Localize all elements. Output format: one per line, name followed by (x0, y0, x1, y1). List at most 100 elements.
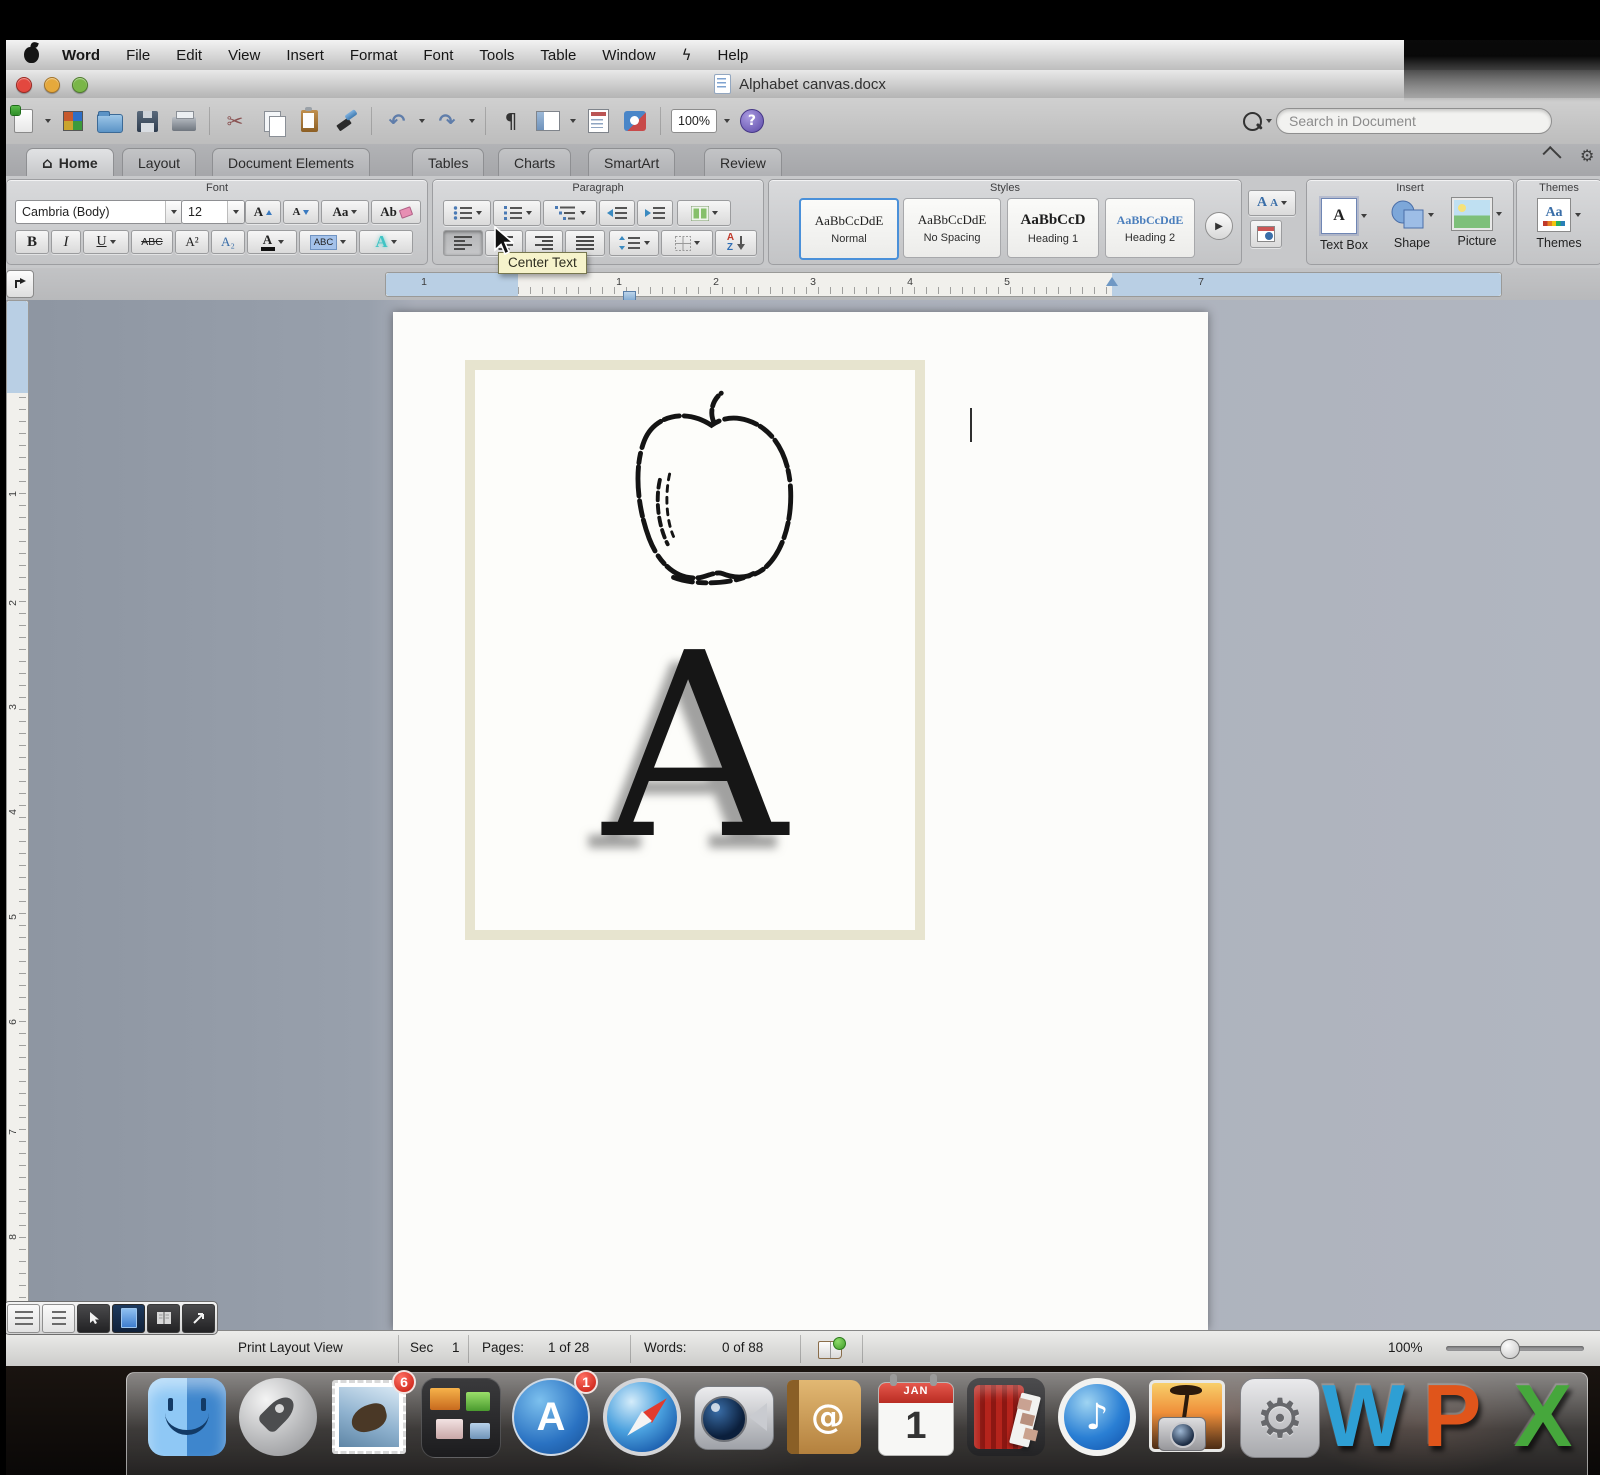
numbering-button[interactable] (493, 200, 541, 226)
font-name-combo[interactable]: Cambria (Body) (15, 200, 183, 224)
dock-iphoto-icon[interactable] (1149, 1378, 1227, 1456)
italic-button[interactable]: I (51, 230, 81, 254)
zoom-dropdown[interactable] (723, 119, 730, 123)
styles-overflow-arrow-icon[interactable]: ▶ (1205, 212, 1233, 240)
dock-address-book-icon[interactable]: @ (785, 1378, 863, 1456)
tab-review[interactable]: Review (704, 148, 782, 176)
new-document-button[interactable] (8, 106, 38, 136)
borders-button[interactable] (661, 230, 713, 256)
help-button[interactable]: ? (737, 106, 767, 136)
zoom-combo[interactable]: 100% (671, 109, 717, 133)
right-indent-marker[interactable] (1106, 277, 1118, 286)
insert-text-box-button[interactable]: A Text Box (1313, 198, 1375, 252)
menu-edit[interactable]: Edit (163, 47, 215, 64)
draft-view-button[interactable] (7, 1303, 40, 1333)
save-button[interactable] (132, 106, 162, 136)
pages-value[interactable]: 1 of 28 (548, 1340, 589, 1355)
text-effects-button[interactable]: A (359, 230, 413, 254)
search-icon[interactable] (1243, 111, 1262, 131)
open-button[interactable] (95, 106, 125, 136)
insert-shape-button[interactable]: Shape (1383, 198, 1441, 250)
new-document-dropdown[interactable] (45, 119, 51, 123)
menu-tools[interactable]: Tools (466, 47, 527, 64)
pages-label[interactable]: Pages: (482, 1340, 524, 1355)
menu-table[interactable]: Table (527, 47, 589, 64)
dock-safari-icon[interactable] (603, 1378, 681, 1456)
style-no-spacing[interactable]: AaBbCcDdE No Spacing (903, 198, 1001, 258)
highlight-button[interactable]: ABC (299, 230, 357, 254)
style-heading-2[interactable]: AaBbCcDdE Heading 2 (1105, 198, 1195, 258)
zoom-slider[interactable] (1446, 1339, 1584, 1359)
change-case-button[interactable]: Aa (321, 200, 369, 224)
search-input[interactable] (1276, 108, 1552, 134)
publishing-layout-view-button[interactable] (77, 1303, 110, 1333)
themes-button[interactable]: Aa Themes (1527, 198, 1591, 250)
paste-icon[interactable] (294, 106, 324, 136)
bold-button[interactable]: B (15, 230, 49, 254)
notebook-layout-view-button[interactable] (147, 1303, 180, 1333)
tab-smartart[interactable]: SmartArt (588, 148, 676, 176)
menu-insert[interactable]: Insert (273, 47, 337, 64)
sidebar-dropdown[interactable] (570, 119, 576, 123)
undo-icon[interactable]: ↶ (382, 106, 412, 136)
dock-system-preferences-icon[interactable]: ⚙ (1240, 1378, 1320, 1458)
tab-tables[interactable]: Tables (412, 148, 485, 176)
menu-file[interactable]: File (113, 47, 163, 64)
copy-icon[interactable] (257, 106, 287, 137)
print-layout-view-button[interactable] (112, 1303, 145, 1333)
text-styles-button[interactable]: AA (1248, 190, 1296, 216)
dock-app-store-icon[interactable]: A 1 (512, 1370, 598, 1456)
focus-view-button[interactable] (182, 1303, 215, 1333)
grow-font-button[interactable]: A (245, 200, 281, 224)
format-painter-icon[interactable] (331, 106, 361, 136)
dock-mail-icon[interactable]: 6 (330, 1370, 416, 1456)
words-label[interactable]: Words: (644, 1340, 687, 1355)
dock-mission-control-icon[interactable] (421, 1378, 501, 1458)
print-button[interactable] (169, 106, 199, 136)
toolbox-button[interactable] (583, 106, 613, 136)
menu-format[interactable]: Format (337, 47, 411, 64)
increase-indent-button[interactable] (637, 200, 673, 226)
dock-photo-booth-icon[interactable] (967, 1378, 1045, 1456)
tab-layout[interactable]: Layout (122, 148, 197, 176)
show-formatting-marks-icon[interactable]: ¶ (496, 106, 526, 136)
insert-picture-button[interactable]: Picture (1447, 198, 1507, 248)
tab-home[interactable]: ⌂ Home (26, 148, 114, 176)
styles-pane-button[interactable] (1250, 220, 1282, 248)
dock-facetime-icon[interactable] (694, 1378, 774, 1456)
search-scope-dropdown[interactable] (1266, 119, 1272, 123)
tab-stop-selector-button[interactable] (6, 270, 34, 298)
media-browser-button[interactable] (620, 106, 650, 136)
dock-finder-icon[interactable] (148, 1378, 226, 1456)
outline-view-button[interactable] (42, 1303, 75, 1333)
dock-itunes-icon[interactable]: ♪ (1058, 1378, 1136, 1456)
menu-word[interactable]: Word (49, 47, 113, 64)
undo-dropdown[interactable] (419, 119, 425, 123)
shrink-font-button[interactable]: A (283, 200, 319, 224)
multilevel-list-button[interactable] (543, 200, 597, 226)
collapse-ribbon-chevron-icon[interactable] (1542, 145, 1562, 166)
script-menu-icon[interactable]: ϟ (669, 46, 705, 64)
redo-dropdown[interactable] (469, 119, 475, 123)
underline-button[interactable]: U (83, 230, 129, 254)
strikethrough-button[interactable]: ABC (131, 230, 173, 254)
spelling-grammar-icon[interactable] (818, 1337, 846, 1359)
bullets-button[interactable] (443, 200, 491, 226)
dock-powerpoint-icon[interactable]: P (1413, 1372, 1491, 1460)
zoom-slider-knob[interactable] (1500, 1339, 1520, 1359)
dock-word-icon[interactable]: W (1322, 1372, 1405, 1460)
ribbon-settings-gear-icon[interactable]: ⚙ (1580, 146, 1594, 165)
dock-launchpad-icon[interactable] (239, 1378, 317, 1456)
subscript-button[interactable]: A₂ (211, 230, 245, 254)
tab-document-elements[interactable]: Document Elements (212, 148, 371, 176)
dock-ical-icon[interactable]: JAN 1 (876, 1374, 954, 1456)
menu-view[interactable]: View (215, 47, 273, 64)
font-color-button[interactable]: A (247, 230, 297, 254)
decrease-indent-button[interactable] (599, 200, 635, 226)
dock-excel-icon[interactable]: X (1504, 1372, 1582, 1460)
tab-charts[interactable]: Charts (498, 148, 572, 176)
superscript-button[interactable]: A² (175, 230, 209, 254)
menu-font[interactable]: Font (410, 47, 466, 64)
gallery-button[interactable] (58, 106, 88, 136)
font-size-combo[interactable]: 12 (181, 200, 245, 224)
